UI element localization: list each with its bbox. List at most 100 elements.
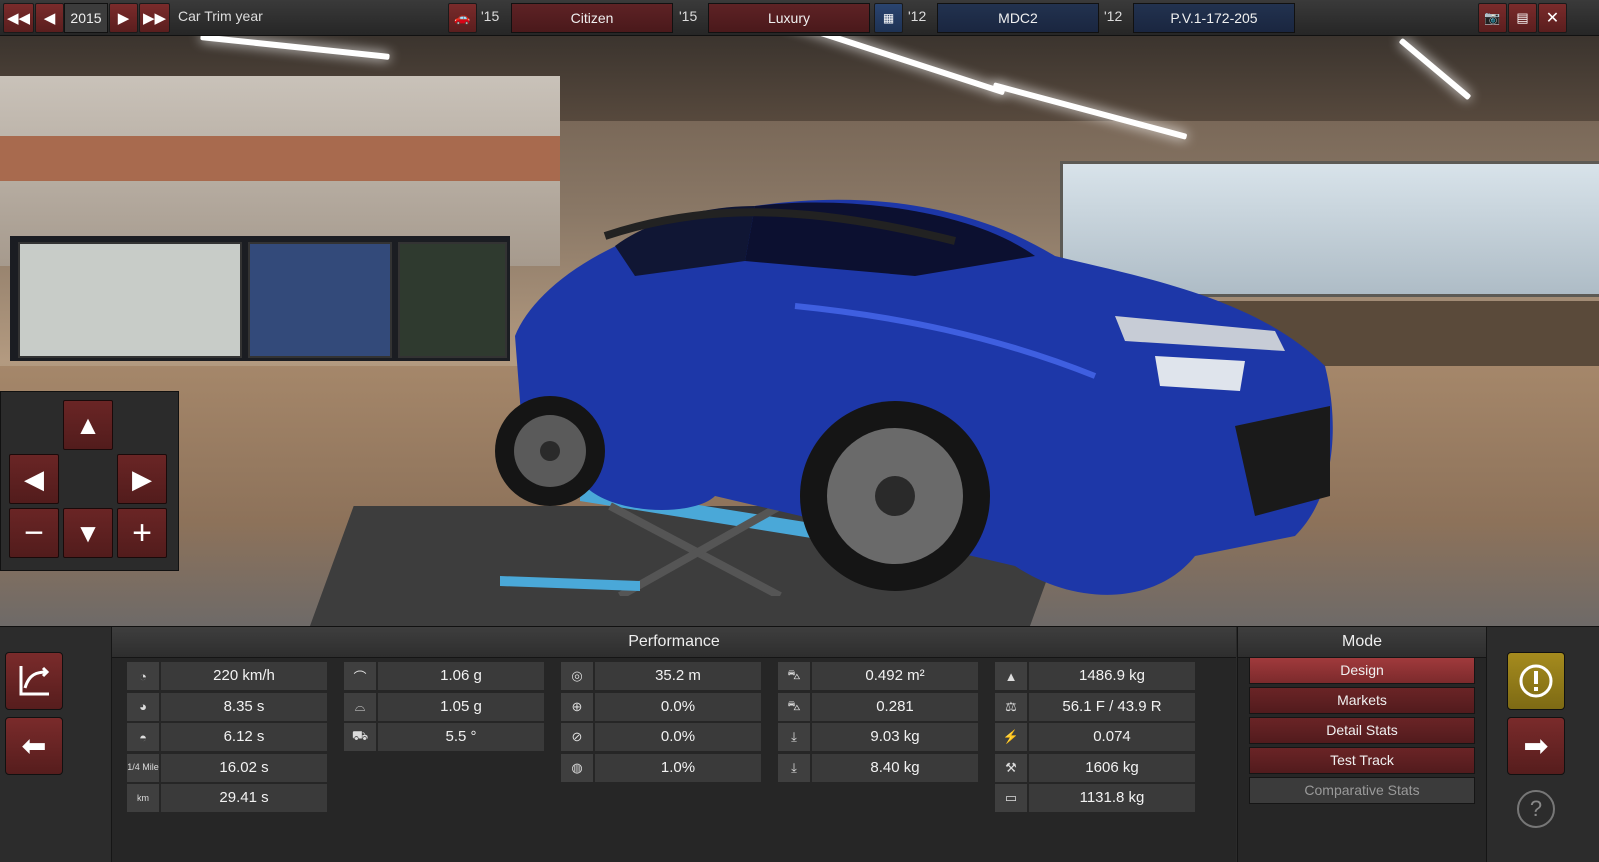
stat-value: 6.12 s [161,723,327,751]
mode-markets-button[interactable]: Markets [1249,687,1475,714]
stat-value: 35.2 m [595,662,761,690]
top-toolbar: ◀◀ ◀ 2015 ▶ ▶▶ Car Trim year 🚗 '15 Citiz… [0,0,1599,36]
mode-test-track-button[interactable]: Test Track [1249,747,1475,774]
stat-row: km 29.41 s [127,784,327,812]
stat-row: ⚒ 1606 kg [995,753,1195,782]
year-label: Car Trim year [178,8,263,24]
stat-row: ⊘ 0.0% [561,723,761,751]
back-arrow-button[interactable]: ⬅ [5,717,63,775]
fast-forward-icon[interactable]: ▶▶ [139,3,170,33]
stat-value: 0.0% [595,692,761,721]
engine-year: '12 [908,8,927,24]
variant-field[interactable]: P.V.1-172-205 [1133,3,1295,33]
camera-up-button[interactable]: ▲ [63,400,113,450]
garage-viewport[interactable]: ▲ ◀ ▶ − ▼ + [0,36,1599,626]
trim-year: '15 [679,8,698,24]
help-icon[interactable]: ? [1517,790,1555,828]
camera-dpad: ▲ ◀ ▶ − ▼ + [0,391,179,571]
stat-row: ▭ 1131.8 kg [995,784,1195,812]
year-display: 2015 [64,3,108,33]
stat-value: 1131.8 kg [1029,784,1195,812]
poster-wall [10,236,510,361]
stat-row: ◔ 220 km/h [127,662,327,690]
year-next-button[interactable]: ▶ [109,3,138,33]
cornering-g2-icon: ⌓ [344,692,376,721]
stat-value: 1.05 g [378,692,544,721]
front-downforce-icon: ⤓ [778,723,810,751]
understeer-icon: ⊕ [561,692,593,721]
calculator-icon[interactable]: ▤ [1508,3,1537,33]
poster-image [398,242,507,358]
performance-title: Performance [112,627,1236,658]
camera-icon[interactable]: 📷 [1478,3,1507,33]
stat-row: ⌒ 1.06 g [344,662,544,690]
stat-row: ◍ 1.0% [561,753,761,782]
stat-row: ⛟ 5.5 ° [344,723,544,751]
acceleration-80-icon: ◓ [127,723,159,751]
brake-fade-icon: ⊘ [561,723,593,751]
stat-row: ⛍ 0.281 [778,692,978,721]
graph-icon[interactable] [5,652,63,710]
stat-value: 0.492 m² [812,662,978,690]
model-field[interactable]: Citizen [511,3,673,33]
cargo-icon: ▭ [995,784,1027,812]
stat-value: 8.35 s [161,692,327,721]
acceleration-100-icon: ◕ [127,692,159,721]
stat-value: 5.5 ° [378,723,544,751]
stat-value: 56.1 F / 43.9 R [1029,692,1195,721]
stat-value: 1.0% [595,753,761,782]
mode-panel: Mode Design Markets Detail Stats Test Tr… [1237,627,1486,862]
engine-icon[interactable]: ▦ [874,3,903,33]
year-prev-button[interactable]: ◀ [35,3,64,33]
frontal-area-icon: ⛍ [778,662,810,690]
camera-left-button[interactable]: ◀ [9,454,59,504]
weight-icon: ▲ [995,662,1027,690]
camera-right-button[interactable]: ▶ [117,454,167,504]
stat-value: 0.074 [1029,723,1195,751]
zoom-in-button[interactable]: + [117,508,167,558]
trim-field[interactable]: Luxury [708,3,870,33]
power-weight-icon: ⚡ [995,723,1027,751]
stat-row: ▲ 1486.9 kg [995,662,1195,690]
weight-distribution-icon: ⚖ [995,692,1027,721]
stat-value: 1486.9 kg [1029,662,1195,690]
wall-stripe [0,136,560,181]
poster-image [18,242,242,358]
car-model [495,199,1333,595]
stat-value: 1606 kg [1029,753,1195,782]
stat-row: ⚡ 0.074 [995,723,1195,751]
rewind-icon[interactable]: ◀◀ [3,3,34,33]
engine-field[interactable]: MDC2 [937,3,1099,33]
mode-comparative-stats-button[interactable]: Comparative Stats [1249,777,1475,804]
close-icon[interactable]: ✕ [1538,3,1567,33]
stat-row: ⌓ 1.05 g [344,692,544,721]
towing-icon: ⚒ [995,753,1027,782]
camera-down-button[interactable]: ▼ [63,508,113,558]
left-controls: ⬅ [0,627,112,862]
warning-icon[interactable] [1507,652,1565,710]
right-controls: ➡ ? [1486,627,1599,862]
stat-row: ◕ 8.35 s [127,692,327,721]
stat-row: ⊕ 0.0% [561,692,761,721]
mode-design-button[interactable]: Design [1249,657,1475,684]
stat-value: 0.0% [595,723,761,751]
stat-row: ⤓ 8.40 kg [778,753,978,782]
performance-panel: Performance ◔ 220 km/h ◕ 8.35 s ◓ 6.12 s 1/4 M… [112,627,1236,862]
variant-year: '12 [1104,8,1123,24]
stat-value: 1.06 g [378,662,544,690]
forward-arrow-button[interactable]: ➡ [1507,717,1565,775]
stat-value: 16.02 s [161,753,327,782]
stat-row: 1/4 Mile 16.02 s [127,753,327,782]
stat-value: 8.40 kg [812,753,978,782]
kilometer-icon: km [127,784,159,812]
stat-value: 9.03 kg [812,723,978,751]
quarter-mile-icon: 1/4 Mile [127,753,159,782]
stat-row: ◓ 6.12 s [127,723,327,751]
car-model-icon[interactable]: 🚗 [448,3,477,33]
drag-coefficient-icon: ⛍ [778,692,810,721]
stat-row: ⛍ 0.492 m² [778,662,978,690]
model-year: '15 [481,8,500,24]
zoom-out-button[interactable]: − [9,508,59,558]
mode-detail-stats-button[interactable]: Detail Stats [1249,717,1475,744]
stat-row: ⤓ 9.03 kg [778,723,978,751]
